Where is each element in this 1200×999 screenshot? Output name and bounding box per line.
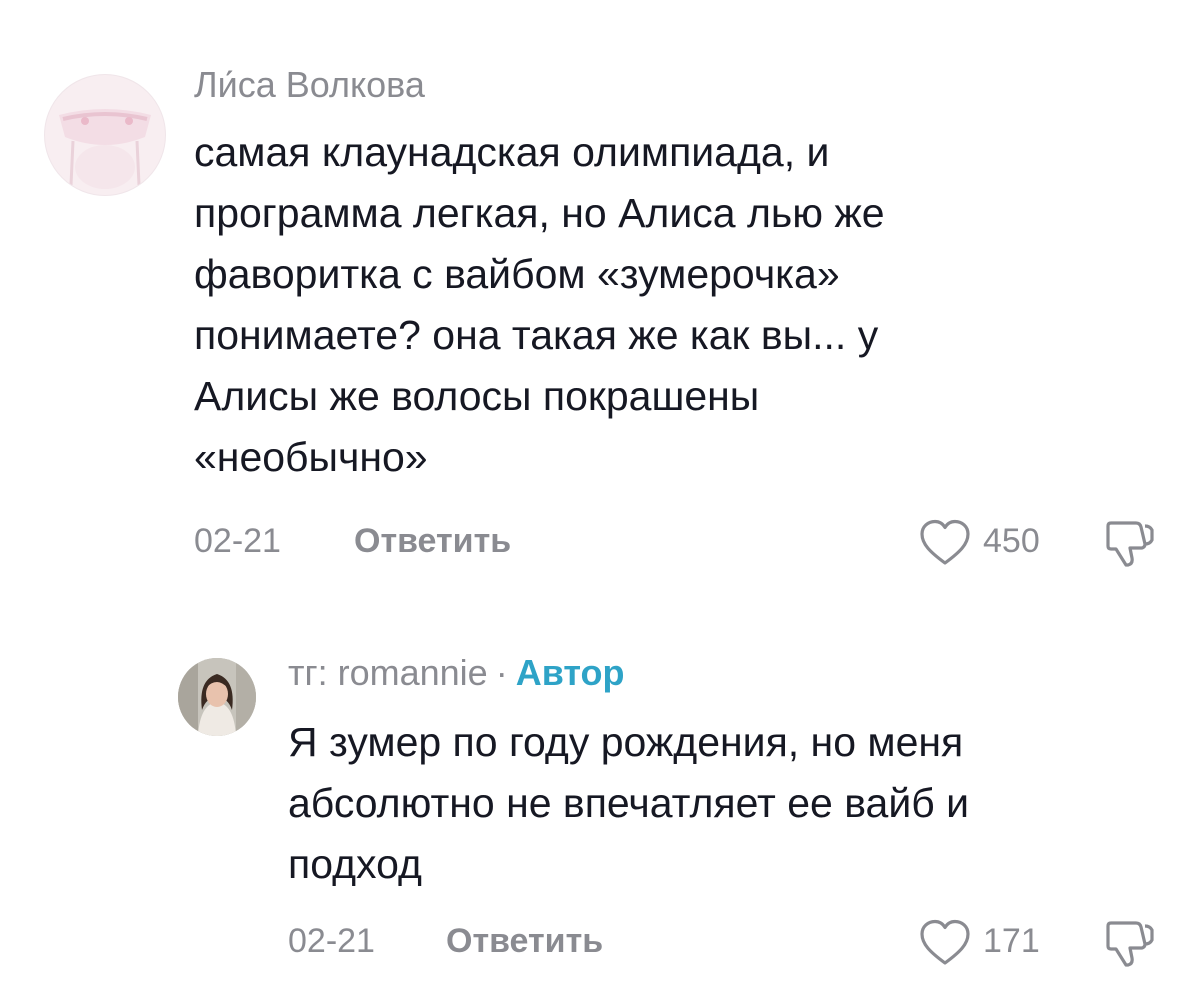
heart-outline-icon[interactable] (918, 518, 972, 573)
comment-text-line: Я зумер по году рождения, но меня (288, 719, 964, 765)
thumbs-down-icon[interactable] (1102, 518, 1158, 575)
comment-text-line: фаворитка с вайбом «зумерочка» (194, 251, 840, 297)
comment-text-line: программа легкая, но Алиса лью же (194, 190, 885, 236)
comment-text-line: «необычно» (194, 434, 428, 480)
reply-button[interactable]: Ответить (354, 522, 511, 561)
comment-author[interactable]: тг: romannie (288, 652, 488, 693)
author-separator: · (495, 652, 508, 693)
avatar[interactable] (178, 658, 256, 736)
comment-date: 02-21 (288, 922, 375, 960)
comment-text: самая клаунадская олимпиада, и программа… (194, 122, 1094, 488)
comment-text: Я зумер по году рождения, но меня абсолю… (288, 712, 1148, 895)
comment-text-line: подход (288, 841, 422, 887)
like-count: 450 (983, 522, 1040, 560)
comment-date: 02-21 (194, 522, 281, 560)
comment-author-line: тг: romannie · Автор (288, 652, 625, 694)
avatar-image (45, 75, 165, 195)
reply-button[interactable]: Ответить (446, 922, 603, 961)
comment-text-line: понимаете? она такая же как вы... у (194, 312, 879, 358)
comment-text-line: абсолютно не впечатляет ее вайб и (288, 780, 970, 826)
author-badge: Автор (515, 652, 625, 693)
comment-text-line: самая клаунадская олимпиада, и (194, 129, 830, 175)
comment-text-line: Алисы же волосы покрашены (194, 373, 760, 419)
thumbs-down-icon[interactable] (1102, 918, 1158, 975)
comment-author[interactable]: Ли́са Волкова (194, 64, 425, 106)
like-count: 171 (983, 922, 1040, 960)
avatar[interactable] (44, 74, 166, 196)
heart-outline-icon[interactable] (918, 918, 972, 973)
avatar-image (178, 658, 256, 736)
